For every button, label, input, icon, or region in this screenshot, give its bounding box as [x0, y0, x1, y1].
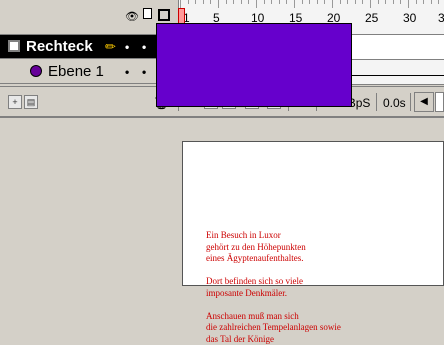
text-line: eines Ägyptenaufenthaltes. [206, 253, 304, 263]
layer-type-icon [8, 40, 20, 52]
text-line: gehört zu den Höhepunkten [206, 241, 306, 252]
ruler-tick [180, 0, 181, 8]
elapsed-time: 0.0s [383, 96, 406, 110]
ruler-tick [332, 0, 333, 8]
ruler-tick [408, 0, 409, 8]
ruler-tick [309, 0, 311, 4]
ruler-tick [256, 0, 257, 8]
visibility-dot[interactable]: • [125, 65, 129, 79]
add-guide-layer-icon[interactable]: ▤ [24, 95, 38, 109]
ruler-tick [400, 0, 402, 4]
layer-name: Ebene 1 [48, 63, 104, 80]
ruler-tick [233, 0, 235, 4]
ruler-tick [187, 0, 189, 4]
ruler-tick [415, 0, 417, 4]
ruler-tick [240, 0, 242, 4]
ruler-tick [210, 0, 212, 4]
layer-type-icon [30, 65, 42, 77]
eye-icon[interactable]: 👁 [125, 10, 139, 23]
ruler-tick [324, 0, 326, 4]
ruler-tick [278, 0, 280, 4]
layer-row-rechteck[interactable]: Rechteck ✏ • • [0, 35, 178, 59]
stage-document[interactable] [182, 141, 444, 286]
lock-dot[interactable]: • [142, 65, 146, 79]
ruler-tick [294, 0, 295, 8]
layer-header: 👁 [0, 0, 178, 35]
text-line: Anschauen muß man sich [206, 310, 299, 321]
ruler-tick [195, 0, 197, 4]
divider [376, 93, 377, 111]
text-line: Dort befinden sich so viele [206, 276, 303, 286]
ruler-tick [430, 0, 432, 4]
frame-number: 30 [403, 11, 417, 25]
ruler-tick [423, 0, 425, 4]
scroll-track[interactable] [435, 92, 444, 112]
ruler-tick [225, 0, 227, 4]
pencil-icon: ✏ [105, 39, 116, 54]
text-line: die zahlreichen Tempelanlagen sowie [206, 322, 341, 332]
text-line: Ein Besuch in Luxor [206, 230, 281, 240]
ruler-tick [438, 0, 440, 4]
ruler-tick [354, 0, 356, 4]
ruler-tick [316, 0, 318, 4]
text-line: imposante Denkmäler. [206, 287, 287, 298]
ruler-tick [377, 0, 379, 4]
scroll-left-button[interactable]: ◀ [414, 92, 434, 112]
ruler-tick [202, 0, 204, 4]
purple-rectangle[interactable] [156, 23, 352, 107]
lock-icon[interactable] [143, 8, 152, 19]
frame-number: 3 [438, 11, 444, 25]
layer-name: Rechteck [26, 38, 93, 55]
layer-row-ebene-1[interactable]: Ebene 1 • • [0, 60, 178, 84]
ruler-tick [392, 0, 394, 4]
ruler-tick [218, 0, 219, 8]
frame-number: 25 [365, 11, 379, 25]
ruler-tick [370, 0, 371, 8]
text-line: das Tal der Könige [206, 333, 274, 344]
ruler-tick [248, 0, 250, 4]
lock-dot[interactable]: • [142, 40, 146, 54]
ruler-tick [362, 0, 364, 4]
add-layer-icon[interactable]: + [8, 95, 22, 109]
ruler-tick [301, 0, 303, 4]
ruler-tick [263, 0, 265, 4]
ruler-tick [339, 0, 341, 4]
ruler-tick [385, 0, 387, 4]
stage-area [0, 118, 444, 338]
visibility-dot[interactable]: • [125, 40, 129, 54]
outline-square-icon[interactable] [158, 9, 170, 21]
ruler-tick [286, 0, 288, 4]
ruler-tick [271, 0, 273, 4]
divider [410, 93, 411, 111]
ruler-tick [347, 0, 349, 4]
